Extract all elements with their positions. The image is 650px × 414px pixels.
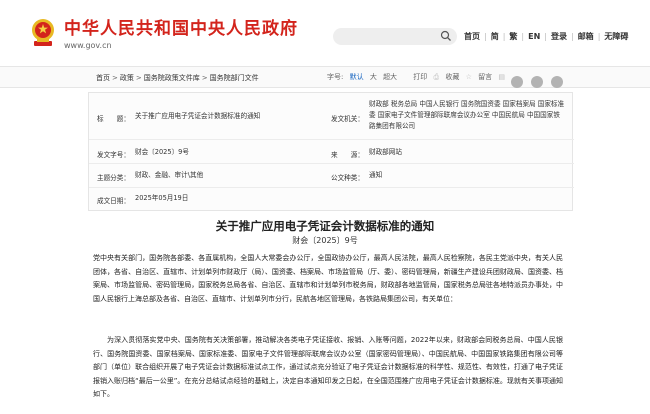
nav-home[interactable]: 首页 xyxy=(464,32,480,41)
doc-number-value: 财会〔2025〕9号 xyxy=(135,148,189,156)
info-divider xyxy=(89,163,574,164)
breadcrumb-home[interactable]: 首页 xyxy=(96,74,110,82)
search-icon[interactable] xyxy=(440,30,452,42)
site-title[interactable]: 中华人民共和国中央人民政府 xyxy=(64,14,298,39)
breadcrumb-policy[interactable]: 政策 xyxy=(120,74,134,82)
category-label: 主题分类： xyxy=(97,174,130,182)
national-emblem-icon[interactable] xyxy=(29,17,57,48)
info-divider xyxy=(89,139,574,140)
breadcrumb-policy-library[interactable]: 国务院政策文件库 xyxy=(144,74,200,82)
nav-divider: | xyxy=(484,32,487,41)
article-paragraph: 党中央有关部门，国务院各部委、各直属机构，全国人大常委会办公厅，全国政协办公厅，… xyxy=(93,254,563,303)
font-size-label: 字号: xyxy=(327,73,344,81)
nav-divider: | xyxy=(502,32,506,41)
site-url: www.gov.cn xyxy=(64,41,112,50)
nav-accessibility[interactable]: 无障碍 xyxy=(604,32,628,41)
doc-number-label: 发文字号： xyxy=(97,151,130,159)
title-value: 关于推广应用电子凭证会计数据标准的通知 xyxy=(135,112,261,120)
print-icon[interactable]: ⎙ xyxy=(434,73,440,81)
breadcrumb-department-docs[interactable]: 国务院部门文件 xyxy=(210,74,259,82)
document-info-table: 标 题： 关于推广应用电子凭证会计数据标准的通知 发文机关： 财政部 税务总局 … xyxy=(88,92,574,211)
nav-simplified[interactable]: 简 xyxy=(491,32,499,41)
article-title: 关于推广应用电子凭证会计数据标准的通知 xyxy=(215,219,435,233)
top-nav: 首页 | 简 | 繁 | EN | 登录 | 邮箱 | 无障碍 xyxy=(464,31,628,42)
info-divider xyxy=(89,187,574,188)
breadcrumb-separator: > xyxy=(135,74,142,82)
breadcrumb-separator: > xyxy=(112,74,118,82)
breadcrumb: 首页 > 政策 > 国务院政策文件库 > 国务院部门文件 xyxy=(96,73,259,83)
source-value: 财政部网站 xyxy=(369,148,402,156)
font-size-default[interactable]: 默认 xyxy=(350,73,364,81)
nav-traditional[interactable]: 繁 xyxy=(509,32,517,41)
issuer-label: 发文机关： xyxy=(331,115,364,123)
site-header: 中华人民共和国中央人民政府 www.gov.cn 首页 | 简 | 繁 | EN | 登录 | 邮箱… xyxy=(0,0,650,66)
share-icons xyxy=(511,71,566,90)
nav-divider: | xyxy=(597,32,601,41)
nav-login[interactable]: 登录 xyxy=(551,32,567,41)
nav-english[interactable]: EN xyxy=(528,32,540,41)
nav-divider: | xyxy=(570,32,574,41)
font-size-xlarge[interactable]: 超大 xyxy=(383,73,397,81)
article-doc-number: 财会〔2025〕9号 xyxy=(292,236,358,245)
date-value: 2025年05月19日 xyxy=(135,194,189,202)
article-tools: 字号: 默认 大 超大 打印 ⎙ 收藏 ☆ 留言 ▤ xyxy=(327,72,505,82)
weibo-share-icon[interactable] xyxy=(511,75,523,88)
favorite-icon[interactable]: ☆ xyxy=(466,73,472,81)
source-label: 来 源： xyxy=(331,151,364,159)
nav-divider: | xyxy=(544,32,547,41)
date-label: 成文日期： xyxy=(97,197,130,205)
breadcrumb-separator: > xyxy=(201,74,208,82)
category-value: 财政、金融、审计\其他 xyxy=(135,171,204,179)
title-label: 标 题： xyxy=(97,115,130,123)
article-paragraph: 为深入贯彻落实党中央、国务院有关决策部署，推动解决各类电子凭证接收、报销、入账等… xyxy=(93,336,563,399)
nav-mailbox[interactable]: 邮箱 xyxy=(578,32,594,41)
font-size-large[interactable]: 大 xyxy=(370,73,377,81)
keep-link[interactable]: 留言 xyxy=(478,73,492,81)
nav-divider: | xyxy=(521,32,525,41)
breadcrumb-bar: 首页 > 政策 > 国务院政策文件库 > 国务院部门文件 字号: 默认 大 超大 打印 ⎙ … xyxy=(0,66,650,88)
print-link[interactable]: 打印 xyxy=(413,73,427,81)
issuer-value: 财政部 税务总局 中国人民银行 国务院国资委 国家档案局 国家标准委 国家电子文… xyxy=(369,100,565,130)
doc-type-label: 公文种类： xyxy=(331,174,364,182)
keep-icon[interactable]: ▤ xyxy=(498,73,505,81)
more-share-icon[interactable] xyxy=(551,75,564,88)
wechat-share-icon[interactable] xyxy=(531,75,544,88)
doc-type-value: 通知 xyxy=(369,171,383,179)
search-input[interactable] xyxy=(333,28,457,45)
favorite-link[interactable]: 收藏 xyxy=(445,73,459,81)
